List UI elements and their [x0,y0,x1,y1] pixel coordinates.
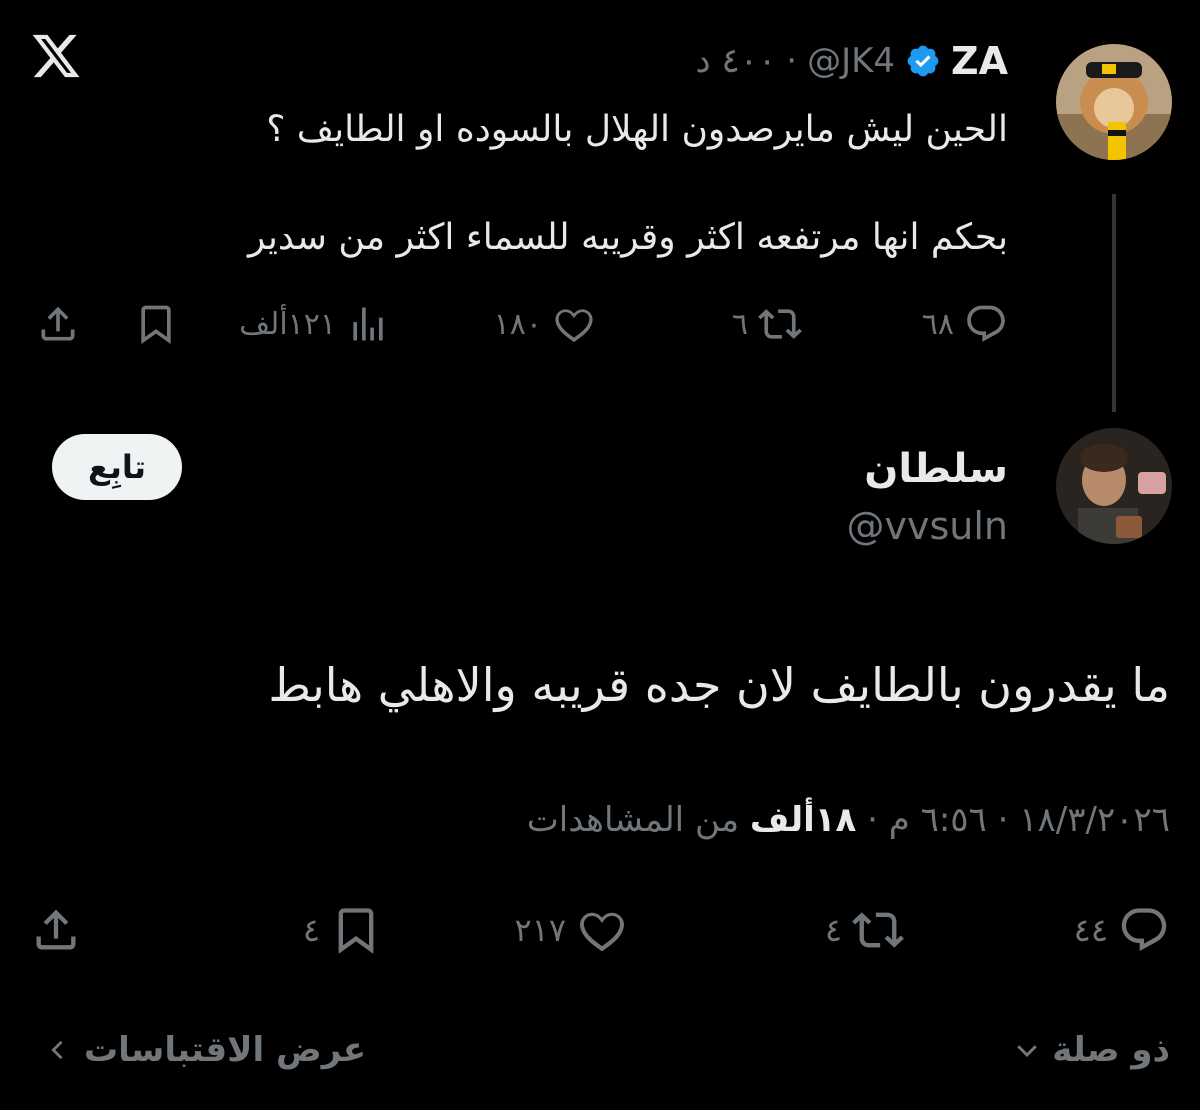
meta-separator: · [786,41,798,81]
x-logo-icon[interactable] [30,30,82,82]
views-icon [346,302,390,346]
view-quotes-link[interactable]: عرض الاقتباسات [44,1030,366,1070]
parent-views-button[interactable]: ١٢١ألف [239,296,390,352]
retweet-icon [852,904,904,956]
reply-bookmark-button[interactable]: ٤ [303,898,382,962]
parent-retweet-count: ٦ [731,306,748,342]
parent-tweet-header: ZA @JK4 · ٤٠٠ د [696,38,1009,84]
timestamp-date[interactable]: ١٨/٣/٢٠٢٦ · ٦:٥٦ م · [856,800,1170,840]
reply-like-count: ٢١٧ [514,911,566,949]
parent-reply-count: ٦٨ [921,306,954,342]
parent-reply-button[interactable]: ٦٨ [922,296,1008,352]
reply-handle[interactable]: @vvsuln [847,504,1009,548]
parent-display-name[interactable]: ZA [951,39,1008,83]
reply-bookmark-count: ٤ [302,911,320,949]
bookmark-icon [134,302,178,346]
heart-icon [576,904,628,956]
reply-icon [1118,904,1170,956]
share-icon [36,302,80,346]
parent-action-bar: ٦٨ ٦ ١٨٠ ١٢١ألف [30,296,1008,352]
reply-like-button[interactable]: ٢١٧ [514,898,628,962]
reply-display-name[interactable]: سلطان [864,446,1008,492]
thread-line [1112,194,1116,412]
retweet-icon [758,302,802,346]
view-quotes-label: عرض الاقتباسات [84,1030,367,1070]
parent-tweet-text: الحين ليش مايرصدون الهلال بالسوده او الط… [78,98,1008,270]
parent-time[interactable]: ٤٠٠ د [696,41,777,81]
parent-retweet-button[interactable]: ٦ [732,296,802,352]
reply-action-bar: ٤٤ ٤ ٢١٧ ٤ [30,898,1170,962]
reply-avatar[interactable] [1056,428,1172,544]
reply-share-button[interactable] [30,898,82,962]
chevron-left-icon [44,1036,72,1064]
parent-like-count: ١٨٠ [493,306,542,342]
chevron-down-icon [1012,1035,1042,1065]
follow-button[interactable]: تابِع [52,434,182,500]
related-dropdown[interactable]: ذو صلة [1012,1030,1170,1070]
reply-icon [964,302,1008,346]
heart-icon [552,302,596,346]
share-icon [30,904,82,956]
reply-reply-count: ٤٤ [1073,911,1108,949]
parent-share-button[interactable] [36,296,80,352]
parent-text-line-1: الحين ليش مايرصدون الهلال بالسوده او الط… [266,109,1008,150]
related-label: ذو صلة [1052,1030,1170,1070]
reply-reply-button[interactable]: ٤٤ [1074,898,1170,962]
views-suffix: من المشاهدات [526,800,750,840]
parent-bookmark-button[interactable] [134,296,178,352]
bookmark-icon [330,904,382,956]
tweet-timestamp: ١٨/٣/٢٠٢٦ · ٦:٥٦ م · ١٨ألف من المشاهدات [527,800,1170,840]
reply-retweet-button[interactable]: ٤ [825,898,904,962]
views-count: ١٨ألف [749,800,857,840]
verified-badge-icon [905,43,941,79]
reply-retweet-count: ٤ [824,911,842,949]
parent-views-count: ١٢١ألف [239,306,336,342]
parent-like-button[interactable]: ١٨٠ [494,296,596,352]
parent-text-line-2: بحكم انها مرتفعه اكثر وقريبه للسماء اكثر… [248,217,1008,258]
reply-tweet-text: ما يقدرون بالطايف لان جده قريبه والاهلي … [268,658,1170,712]
parent-avatar[interactable] [1056,44,1172,160]
parent-handle[interactable]: @JK4 [807,41,895,81]
